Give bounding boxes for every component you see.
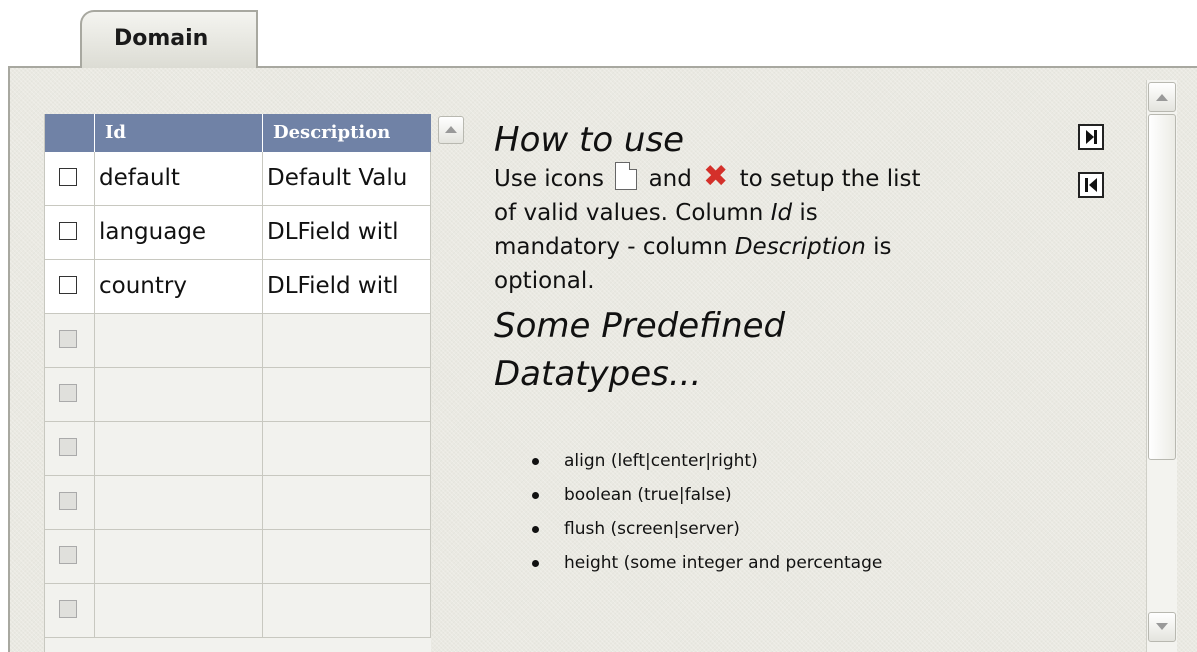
values-grid: Id Description default Default Valu lang…: [44, 114, 431, 652]
row-checkbox-disabled: [59, 600, 77, 618]
help-title: How to use: [494, 120, 685, 160]
empty-row: [45, 314, 431, 368]
cell-id[interactable]: language: [95, 206, 263, 259]
help-text-segment: Use icons: [494, 166, 604, 192]
arrow-up-icon: [1156, 94, 1168, 101]
row-checkbox-disabled: [59, 492, 77, 510]
header-select-column: [45, 114, 95, 152]
help-paragraph: Use icons and ✖ to setup the list of val…: [494, 162, 1084, 298]
row-checkbox-disabled: [59, 384, 77, 402]
scroll-up-button[interactable]: [1148, 82, 1176, 112]
row-checkbox[interactable]: [59, 276, 77, 294]
help-text-segment: optional.: [494, 268, 595, 294]
table-row[interactable]: language DLField witl: [45, 206, 431, 260]
datatypes-heading-line: Some Predefined: [494, 306, 786, 346]
list-item: height (some integer and percentage: [532, 546, 1084, 580]
grid-scroll-up-button[interactable]: [438, 116, 464, 144]
datatype-list: align (left|center|right) boolean (true|…: [532, 444, 1084, 580]
help-text-segment: Id: [770, 200, 793, 226]
table-row[interactable]: default Default Valu: [45, 152, 431, 206]
row-checkbox-disabled: [59, 546, 77, 564]
cell-description[interactable]: Default Valu: [263, 152, 431, 205]
empty-row: [45, 530, 431, 584]
scroll-thumb[interactable]: [1148, 114, 1176, 460]
row-checkbox[interactable]: [59, 168, 77, 186]
cell-id[interactable]: default: [95, 152, 263, 205]
empty-row: [45, 368, 431, 422]
help-text-segment: of valid values. Column: [494, 200, 764, 226]
row-checkbox-disabled: [59, 330, 77, 348]
datatypes-heading-line: Datatypes...: [494, 354, 702, 394]
help-text-segment: and: [648, 166, 692, 192]
grid-header: Id Description: [45, 114, 431, 152]
tab-domain-label: Domain: [114, 26, 209, 51]
help-text-segment: mandatory - column: [494, 234, 728, 260]
new-document-icon: [615, 162, 638, 190]
help-panel: How to use Use icons and ✖ to setup the …: [494, 118, 1084, 580]
scroll-down-button[interactable]: [1148, 612, 1176, 642]
list-item: align (left|center|right): [532, 444, 1084, 478]
row-checkbox-disabled: [59, 438, 77, 456]
help-text-segment: Description: [734, 234, 866, 260]
datatypes-heading: Some Predefined Datatypes...: [494, 302, 1084, 398]
header-description[interactable]: Description: [263, 114, 431, 152]
help-text-segment: to setup the list: [739, 166, 921, 192]
help-text-segment: is: [799, 200, 818, 226]
last-page-button[interactable]: [1078, 124, 1104, 150]
cell-description[interactable]: DLField witl: [263, 260, 431, 313]
last-page-icon: [1086, 130, 1094, 144]
arrow-up-icon: [445, 126, 457, 133]
first-page-button[interactable]: [1078, 172, 1104, 198]
help-text-segment: is: [873, 234, 892, 260]
arrow-down-icon: [1156, 623, 1168, 630]
vertical-scrollbar[interactable]: [1146, 80, 1177, 652]
cell-id[interactable]: country: [95, 260, 263, 313]
list-item: boolean (true|false): [532, 478, 1084, 512]
header-id[interactable]: Id: [95, 114, 263, 152]
row-checkbox[interactable]: [59, 222, 77, 240]
table-row[interactable]: country DLField witl: [45, 260, 431, 314]
cell-description[interactable]: DLField witl: [263, 206, 431, 259]
empty-row: [45, 584, 431, 638]
delete-x-icon: ✖: [703, 159, 729, 194]
empty-row: [45, 476, 431, 530]
list-item: flush (screen|server): [532, 512, 1084, 546]
tab-domain[interactable]: Domain: [80, 10, 258, 68]
first-page-icon: [1089, 178, 1097, 192]
empty-row: [45, 422, 431, 476]
